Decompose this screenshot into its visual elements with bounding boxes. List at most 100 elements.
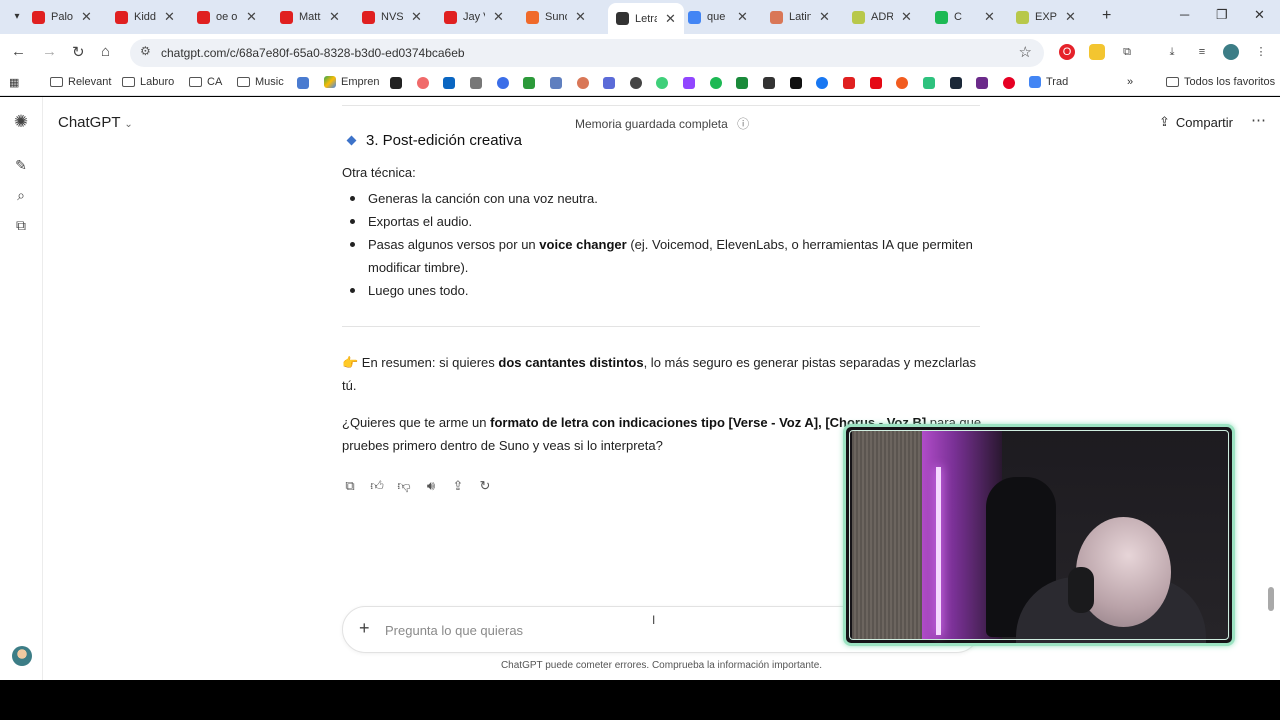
library-icon[interactable]: ⧉ xyxy=(12,216,30,234)
model-selector[interactable]: ChatGPT ⌄ xyxy=(58,114,133,131)
pinterest-icon[interactable] xyxy=(1003,77,1015,89)
bookmark-icon[interactable] xyxy=(603,77,615,89)
forward-arrow-icon[interactable]: → xyxy=(42,43,57,60)
close-tab-icon[interactable]: ✕ xyxy=(164,9,175,25)
info-icon[interactable]: ⓘ xyxy=(737,117,749,131)
browser-tab[interactable]: Jay V ✕ xyxy=(444,5,504,29)
close-tab-icon[interactable]: ✕ xyxy=(1065,9,1076,25)
close-tab-icon[interactable]: ✕ xyxy=(81,9,92,25)
home-icon[interactable]: ⌂ xyxy=(101,43,110,60)
bookmark-star-icon[interactable]: ☆ xyxy=(1019,43,1032,61)
scrollbar-thumb[interactable] xyxy=(1268,587,1274,611)
browser-tab[interactable]: Palon ✕ xyxy=(32,5,92,29)
regenerate-icon[interactable]: ↻ xyxy=(477,478,493,494)
chatgpt-icon[interactable] xyxy=(630,77,642,89)
browser-tab[interactable]: EXPL ✕ xyxy=(1016,5,1076,29)
openai-logo-icon[interactable]: ✺ xyxy=(12,113,30,131)
thumbs-up-icon[interactable]: 👍︎ xyxy=(369,478,385,494)
linkedin-icon[interactable] xyxy=(443,77,455,89)
bookmark-trad[interactable]: Trad xyxy=(1029,76,1068,88)
browser-tab[interactable]: C ✕ xyxy=(935,5,995,29)
x-icon[interactable] xyxy=(790,77,802,89)
text-run: Pasas algunos versos por un xyxy=(368,237,540,252)
browser-tab[interactable]: ADRI ✕ xyxy=(852,5,912,29)
reload-icon[interactable]: ↻ xyxy=(72,43,85,61)
bookmark-icon[interactable] xyxy=(656,77,668,89)
bookmark-all-favorites[interactable]: Todos los favoritos xyxy=(1166,76,1275,88)
back-arrow-icon[interactable]: ← xyxy=(11,43,26,60)
bookmark-icon[interactable] xyxy=(497,77,509,89)
add-attachment-icon[interactable]: + xyxy=(359,618,370,639)
claude-icon[interactable] xyxy=(577,77,589,89)
restore-icon[interactable]: ❐ xyxy=(1216,7,1228,23)
youtube-icon[interactable] xyxy=(843,77,855,89)
site-info-icon[interactable]: ⚙ xyxy=(140,44,151,58)
tab-favicon-icon xyxy=(616,12,629,25)
read-aloud-icon[interactable]: 🔊︎ xyxy=(423,478,439,494)
search-icon[interactable]: ⌕ xyxy=(12,186,30,204)
bookmark-icon[interactable] xyxy=(763,77,775,89)
close-tab-icon[interactable]: ✕ xyxy=(493,9,504,25)
close-tab-icon[interactable]: ✕ xyxy=(246,9,257,25)
calendar-bookmark-icon[interactable] xyxy=(297,77,309,89)
facebook-icon[interactable] xyxy=(816,77,828,89)
new-chat-icon[interactable]: ✎ xyxy=(12,156,30,174)
prompt-input[interactable] xyxy=(385,619,805,641)
browser-tab[interactable]: Suno ✕ xyxy=(526,5,586,29)
close-tab-icon[interactable]: ✕ xyxy=(819,9,830,25)
media-control-icon[interactable]: ≡ xyxy=(1194,44,1210,60)
extensions-puzzle-icon[interactable]: ⧉ xyxy=(1119,44,1135,60)
close-tab-icon[interactable]: ✕ xyxy=(901,9,912,25)
copy-icon[interactable]: ⧉ xyxy=(342,478,358,494)
browser-tab[interactable]: Matt ✕ xyxy=(280,5,340,29)
download-icon[interactable]: ⤓ xyxy=(1164,44,1180,60)
close-tab-icon[interactable]: ✕ xyxy=(984,9,995,25)
browser-tab[interactable]: oe o ✕ xyxy=(197,5,257,29)
browser-tab[interactable]: Letra ✕ xyxy=(608,3,684,34)
browser-tab[interactable]: Latin ✕ xyxy=(770,5,830,29)
bookmark-icon[interactable] xyxy=(470,77,482,89)
crunchyroll-icon[interactable] xyxy=(896,77,908,89)
bookmark-icon[interactable] xyxy=(523,77,535,89)
spotify-icon[interactable] xyxy=(710,77,722,89)
close-tab-icon[interactable]: ✕ xyxy=(329,9,340,25)
bookmark-folder-laburo[interactable]: Laburo xyxy=(122,76,174,88)
memory-status[interactable]: Memoria guardada completa ⓘ xyxy=(575,115,749,132)
browser-menu-icon[interactable]: ⋮ xyxy=(1253,44,1269,60)
more-options-icon[interactable]: ⋯ xyxy=(1251,111,1267,129)
thumbs-down-icon[interactable]: 👎︎ xyxy=(396,478,412,494)
new-tab-button[interactable]: + xyxy=(1102,7,1111,25)
bookmark-icon[interactable] xyxy=(976,77,988,89)
close-tab-icon[interactable]: ✕ xyxy=(665,11,676,27)
close-window-icon[interactable]: ✕ xyxy=(1254,7,1265,23)
address-bar[interactable]: ⚙ chatgpt.com/c/68a7e80f-65a0-8328-b3d0-… xyxy=(130,39,1044,67)
bookmark-folder-music[interactable]: Music xyxy=(237,76,284,88)
bookmark-empren[interactable]: Empren xyxy=(324,76,380,88)
bookmark-icon[interactable] xyxy=(923,77,935,89)
opera-extension-icon[interactable]: O xyxy=(1059,44,1075,60)
browser-tab[interactable]: Kidd ✕ xyxy=(115,5,175,29)
browser-tab[interactable]: que ✕ xyxy=(688,5,748,29)
close-tab-icon[interactable]: ✕ xyxy=(411,9,422,25)
bookmark-icon[interactable] xyxy=(550,77,562,89)
steam-icon[interactable] xyxy=(950,77,962,89)
close-tab-icon[interactable]: ✕ xyxy=(737,9,748,25)
bookmark-folder-relevant[interactable]: Relevant xyxy=(50,76,111,88)
notion-icon[interactable] xyxy=(390,77,402,89)
browser-tab[interactable]: NVSI ✕ xyxy=(362,5,422,29)
kick-icon[interactable] xyxy=(736,77,748,89)
close-tab-icon[interactable]: ✕ xyxy=(575,9,586,25)
more-bookmarks-icon[interactable]: » xyxy=(1127,76,1133,88)
bookmark-folder-ca[interactable]: CA xyxy=(189,76,222,88)
netflix-icon[interactable] xyxy=(870,77,882,89)
profile-avatar-icon[interactable] xyxy=(1223,44,1239,60)
share-button[interactable]: ⇪ Compartir xyxy=(1159,114,1233,130)
intro-paragraph: Otra técnica: xyxy=(342,165,416,180)
asana-icon[interactable] xyxy=(417,77,429,89)
tab-search-icon[interactable]: ▾ xyxy=(8,8,26,26)
twitch-icon[interactable] xyxy=(683,77,695,89)
apps-grid-icon[interactable]: ▦ xyxy=(9,76,19,89)
share-message-icon[interactable]: ⇪ xyxy=(450,478,466,494)
extension-icon[interactable] xyxy=(1089,44,1105,60)
minimize-icon[interactable]: ─ xyxy=(1180,7,1189,22)
